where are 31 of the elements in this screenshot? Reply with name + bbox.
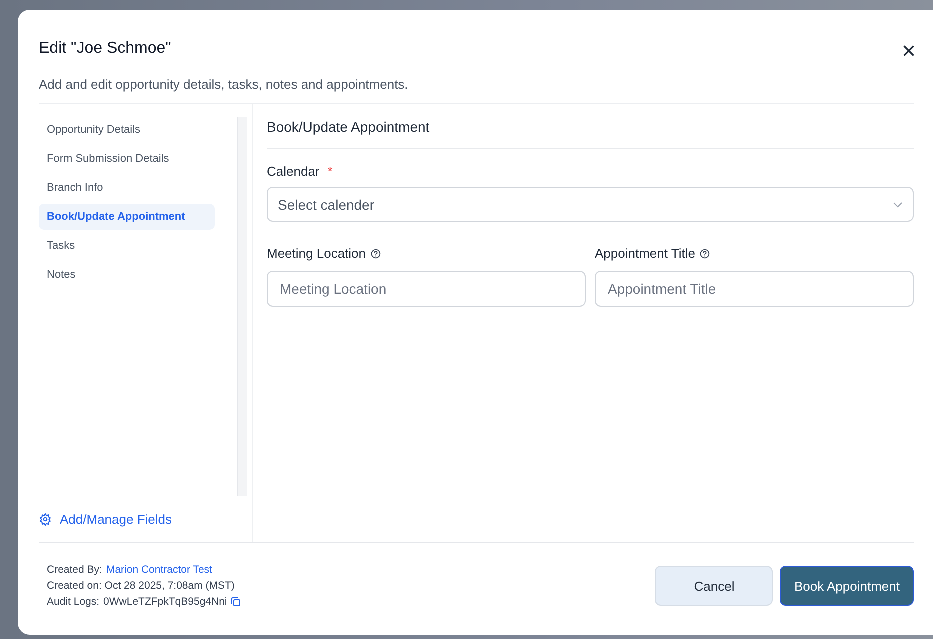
field-label: Appointment Title: [595, 246, 696, 261]
add-manage-fields-link[interactable]: Add/Manage Fields: [39, 512, 172, 527]
book-button[interactable]: Book Appointment: [780, 566, 914, 606]
meta-label: Created By:: [47, 564, 102, 576]
chevron-down-icon: [893, 202, 903, 208]
field-label: Meeting Location: [267, 246, 366, 261]
sidebar-item[interactable]: Tasks: [39, 233, 215, 259]
scrollbar[interactable]: [237, 117, 247, 496]
copy-icon[interactable]: [231, 597, 242, 607]
field-label: Calendar: [267, 164, 320, 179]
dialog-title: Edit "Joe Schmoe": [39, 40, 172, 58]
section-title: Book/Update Appointment: [267, 104, 914, 149]
close-button[interactable]: ×: [902, 42, 916, 62]
audit-id: 0WwLeTZFpkTqB95g4Nni: [104, 596, 228, 608]
meta-label: Audit Logs:: [47, 596, 100, 608]
text-field[interactable]: Appointment Title: [595, 271, 914, 307]
creator-link[interactable]: Marion Contractor Test: [106, 564, 212, 576]
sidebar-item[interactable]: Notes: [39, 262, 215, 288]
calendar-select[interactable]: Select calender: [267, 187, 914, 222]
sidebar-item[interactable]: Opportunity Details: [39, 117, 215, 143]
dialog-subtitle: Add and edit opportunity details, tasks, notes and appointments.: [39, 77, 914, 104]
help-icon: [700, 248, 710, 258]
sidebar-item[interactable]: Branch Info: [39, 175, 215, 201]
sidebar-item[interactable]: Form Submission Details: [39, 146, 215, 172]
help-icon: [371, 248, 382, 258]
created-on-text: Created on: Oct 28 2025, 7:08am (MST): [47, 580, 235, 592]
required-mark: *: [328, 164, 333, 179]
sidebar-item[interactable]: Book/Update Appointment: [39, 204, 215, 230]
cancel-button[interactable]: Cancel: [655, 566, 774, 606]
settings-icon: [39, 513, 52, 526]
text-field[interactable]: Meeting Location: [267, 271, 586, 307]
